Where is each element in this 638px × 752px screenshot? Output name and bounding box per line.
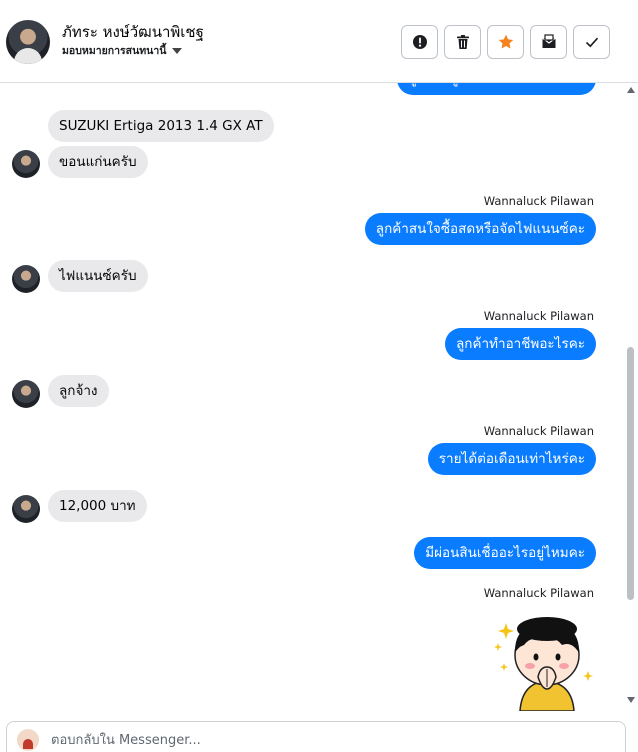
assign-conversation-dropdown[interactable]: มอบหมายการสนทนานี้ <box>62 42 183 59</box>
delete-button[interactable] <box>444 25 481 59</box>
message-bubble-outgoing[interactable]: ลูกค้ามีผู้ค้ำประกันหรือเปล่าคะ <box>397 83 596 95</box>
sender-name: Wannaluck Pilawan <box>483 309 594 323</box>
message-bubble-outgoing[interactable]: ลูกค้าทำอาชีพอะไรคะ <box>445 328 596 360</box>
mark-done-button[interactable] <box>573 25 610 59</box>
alert-icon <box>412 35 427 49</box>
reply-input[interactable] <box>51 730 611 750</box>
contact-name[interactable]: ภัทระ หงษ์วัฒนาพิเชฐ <box>62 20 204 44</box>
chevron-down-icon <box>172 47 183 54</box>
scroll-down-arrow[interactable] <box>627 697 635 703</box>
trash-icon <box>456 35 469 49</box>
sender-name: Wannaluck Pilawan <box>483 194 594 208</box>
mail-icon <box>541 34 556 48</box>
contact-avatar-small <box>12 495 40 523</box>
page-avatar <box>17 729 39 751</box>
reply-composer[interactable] <box>6 721 626 752</box>
contact-avatar-small <box>12 265 40 293</box>
message-bubble-incoming[interactable]: ไฟแนนซ์ครับ <box>48 260 148 292</box>
mark-unread-button[interactable] <box>530 25 567 59</box>
assign-label: มอบหมายการสนทนานี้ <box>62 45 167 57</box>
scrollbar-thumb[interactable] <box>627 347 634 600</box>
message-bubble-outgoing[interactable]: ลูกค้าสนใจซื้อสดหรือจัดไฟแนนซ์คะ <box>364 213 596 245</box>
message-bubble-incoming[interactable]: ขอนแก่นครับ <box>48 146 148 178</box>
star-icon <box>498 34 513 49</box>
contact-avatar-small <box>12 380 40 408</box>
scroll-up-arrow[interactable] <box>627 87 635 93</box>
sender-name: Wannaluck Pilawan <box>483 424 594 438</box>
sender-name: Wannaluck Pilawan <box>483 586 594 600</box>
message-bubble-incoming[interactable]: ลูกจ้าง <box>48 375 109 407</box>
conversation-header: ภัทระ หงษ์วัฒนาพิเชฐ มอบหมายการสนทนานี้ <box>0 0 638 83</box>
message-bubble-incoming[interactable]: SUZUKI Ertiga 2013 1.4 GX AT <box>48 110 274 142</box>
contact-avatar[interactable] <box>6 20 50 64</box>
message-thread[interactable]: ลูกค้ามีผู้ค้ำประกันหรือเปล่าคะ SUZUKI E… <box>0 83 638 713</box>
girl-praying-sticker[interactable] <box>492 611 596 711</box>
message-bubble-incoming[interactable]: 12,000 บาท <box>48 490 147 522</box>
message-bubble-outgoing[interactable]: มีผ่อนสินเชื่ออะไรอยู่ไหมคะ <box>414 537 596 569</box>
star-button[interactable] <box>487 25 524 59</box>
message-bubble-outgoing[interactable]: รายได้ต่อเดือนเท่าไหร่คะ <box>427 443 596 475</box>
check-icon <box>585 37 598 48</box>
mark-spam-button[interactable] <box>401 25 438 59</box>
contact-avatar-small <box>12 150 40 178</box>
